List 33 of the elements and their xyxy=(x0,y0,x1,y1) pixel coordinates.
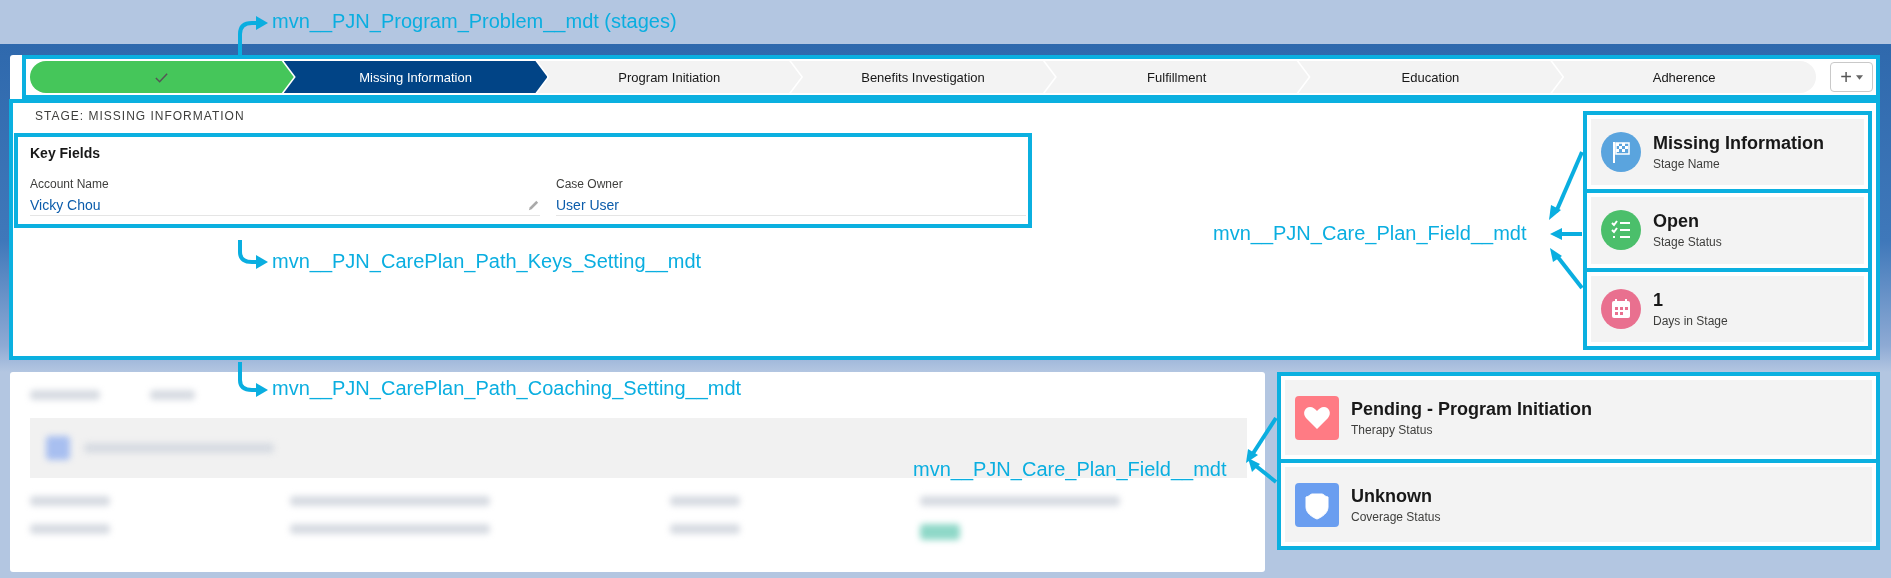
field-label: Case Owner xyxy=(556,177,624,191)
path-stage[interactable]: Fulfillment xyxy=(1044,61,1309,93)
card-label: Days in Stage xyxy=(1653,313,1728,328)
path-stage[interactable]: Adherence xyxy=(1552,61,1817,93)
annotation-label: mvn__PJN_Care_Plan_Field__mdt xyxy=(1213,222,1527,245)
section-title: Key Fields xyxy=(30,145,102,161)
card-label: Stage Name xyxy=(1653,157,1721,172)
arrow xyxy=(238,362,268,397)
card-label: Therapy Status xyxy=(1351,422,1434,437)
annotation-label: mvn__PJN_Care_Plan_Field__mdt xyxy=(913,458,1227,481)
arrow xyxy=(238,240,268,269)
path-stage[interactable] xyxy=(30,61,294,93)
card-value: Open xyxy=(1653,211,1700,233)
annotation-label: mvn__PJN_Program_Problem__mdt (stages) xyxy=(272,10,677,33)
path-stage[interactable]: Missing Information xyxy=(283,61,548,93)
path-stage[interactable]: Program Initiation xyxy=(537,61,802,93)
card-label: Stage Status xyxy=(1653,235,1722,250)
card-value: Missing Information xyxy=(1653,133,1824,155)
add-button[interactable]: + xyxy=(1830,62,1873,92)
record-link[interactable]: User User xyxy=(556,197,619,213)
record-link[interactable]: Vicky Chou xyxy=(30,197,101,213)
pencil-icon[interactable] xyxy=(527,198,540,212)
stage-heading: STAGE: MISSING INFORMATION xyxy=(34,108,246,125)
field-label: Account Name xyxy=(30,177,110,191)
card-value: Unknown xyxy=(1351,485,1433,507)
caret-icon xyxy=(1855,74,1863,80)
card-value: Pending - Program Initiation xyxy=(1351,398,1592,420)
card-value: 1 xyxy=(1653,289,1664,311)
annotation-label: mvn__PJN_CarePlan_Path_Keys_Setting__mdt xyxy=(272,250,702,273)
path-stage[interactable]: Benefits Investigation xyxy=(791,61,1055,93)
path-stage[interactable]: Education xyxy=(1298,61,1563,93)
card-label: Coverage Status xyxy=(1351,509,1441,524)
annotation-label: mvn__PJN_CarePlan_Path_Coaching_Setting__mdt xyxy=(272,377,742,400)
